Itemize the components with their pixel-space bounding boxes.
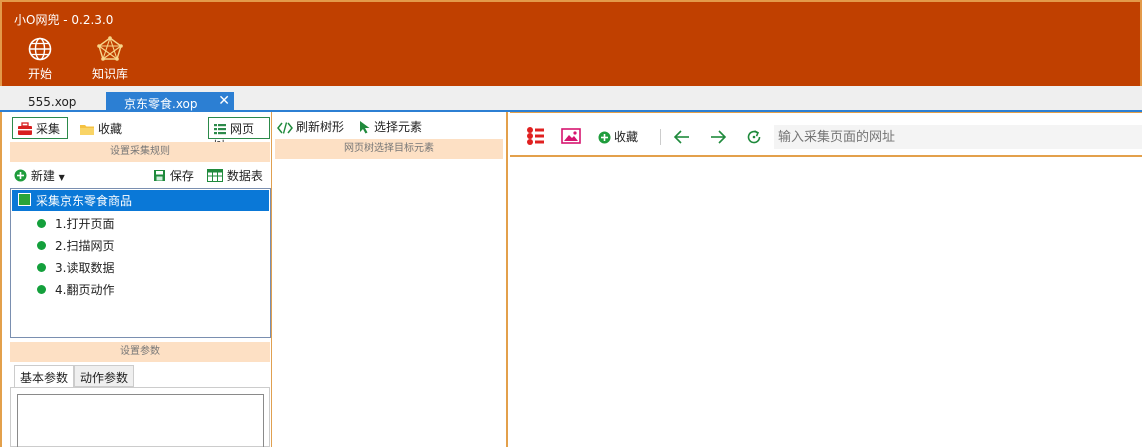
status-dot-icon [37,263,46,272]
tree-root-item[interactable]: 采集京东零食商品 [12,190,269,211]
params-panel [10,387,270,447]
new-button[interactable]: 新建 ▼ [14,167,65,184]
tab-label: 京东零食.xop [124,97,198,111]
tab-basic-params[interactable]: 基本参数 [14,365,75,387]
datatable-button[interactable]: 数据表 [207,167,263,184]
knowledge-base-button[interactable]: 知识库 [82,36,138,86]
list-icon [214,124,226,135]
plus-circle-icon [598,131,611,144]
refresh-icon[interactable] [745,128,763,146]
rules-section-header: 设置采集规则 [10,142,270,162]
webtree-section-header: 网页树选择目标元素 [275,139,503,159]
tree-step-item[interactable]: 2.扫描网页 [37,237,114,254]
tree-step-item[interactable]: 1.打开页面 [37,215,114,232]
knowledge-base-label: 知识库 [91,67,128,81]
tree-step-item[interactable]: 3.读取数据 [37,259,114,276]
toolbox-icon [18,122,32,135]
url-input[interactable] [774,125,1142,149]
tab-action-params[interactable]: 动作参数 [74,365,135,387]
webtree-panel: 刷新树形 选择元素 网页树选择目标元素 [273,112,508,447]
tab-jd-snacks[interactable]: 京东零食.xop ✕ [106,92,234,112]
back-arrow-icon[interactable] [673,129,691,145]
table-icon [207,169,223,182]
favorite-label: 收藏 [614,130,639,144]
tab-555[interactable]: 555.xop [18,92,86,112]
cursor-icon [360,121,370,134]
step-label: 1.打开页面 [55,217,115,231]
datatable-label: 数据表 [226,169,263,183]
params-text-area[interactable] [17,394,264,447]
save-button[interactable]: 保存 [153,167,194,184]
step-label: 2.扫描网页 [55,239,115,253]
network-icon [97,36,123,61]
forward-arrow-icon[interactable] [709,129,727,145]
document-tabs: 555.xop 京东零食.xop ✕ [0,86,1142,112]
image-icon[interactable] [561,126,581,146]
code-brackets-icon [277,122,293,134]
favorites-label: 收藏 [98,122,123,136]
select-element-button[interactable]: 选择元素 [359,118,422,135]
code-icon [18,193,31,206]
favorites-button[interactable]: 收藏 [74,117,127,139]
app-window: 小O网兜 - 0.2.3.0 开始 知识库 555.xop 京东零食.xop ✕… [0,0,1142,447]
refresh-tree-label: 刷新树形 [296,120,345,134]
window-title: 小O网兜 - 0.2.3.0 [14,13,114,27]
collect-label: 采集 [36,122,61,136]
start-button[interactable]: 开始 [12,36,68,86]
webtree-toolbar: 刷新树形 选择元素 [277,118,505,138]
status-dot-icon [37,219,46,228]
browser-panel: 收藏 [510,112,1142,447]
tab-label: 555.xop [28,95,77,109]
param-tabs: 基本参数 动作参数 [10,365,270,387]
toolbar-divider [660,129,661,145]
start-label: 开始 [27,67,52,81]
favorite-button[interactable]: 收藏 [598,128,638,145]
collect-button[interactable]: 采集 [12,117,68,139]
folder-icon [80,125,94,135]
step-label: 3.读取数据 [55,261,115,275]
select-element-label: 选择元素 [374,120,423,134]
browser-toolbar: 收藏 [510,117,1142,157]
rules-panel: 采集 收藏 网页树 设置采集规则 [0,112,272,447]
params-section-header: 设置参数 [10,342,270,362]
status-dot-icon [37,285,46,294]
step-label: 4.翻页动作 [55,283,115,297]
rule-tree: 采集京东零食商品 1.打开页面 2.扫描网页 3.读取数据 4.翻页动作 [10,188,271,338]
webtree-button[interactable]: 网页树 [208,117,270,153]
close-tab-icon[interactable]: ✕ [218,93,230,109]
dropdown-arrow-icon: ▼ [58,173,65,182]
plus-circle-icon [14,169,27,182]
ribbon: 小O网兜 - 0.2.3.0 开始 知识库 [0,0,1142,86]
left-toolbar: 采集 收藏 网页树 [12,117,270,153]
rule-toolbar: 新建 ▼ 保存 数据表 [12,164,270,186]
tree-step-item[interactable]: 4.翻页动作 [37,281,114,298]
save-label: 保存 [169,169,194,183]
globe-icon [28,37,52,61]
tree-root-label: 采集京东零食商品 [36,194,133,208]
status-dot-icon [37,241,46,250]
refresh-tree-button[interactable]: 刷新树形 [277,118,344,135]
list-view-icon[interactable] [526,126,546,146]
save-icon [154,170,165,181]
new-label: 新建 [30,169,55,183]
